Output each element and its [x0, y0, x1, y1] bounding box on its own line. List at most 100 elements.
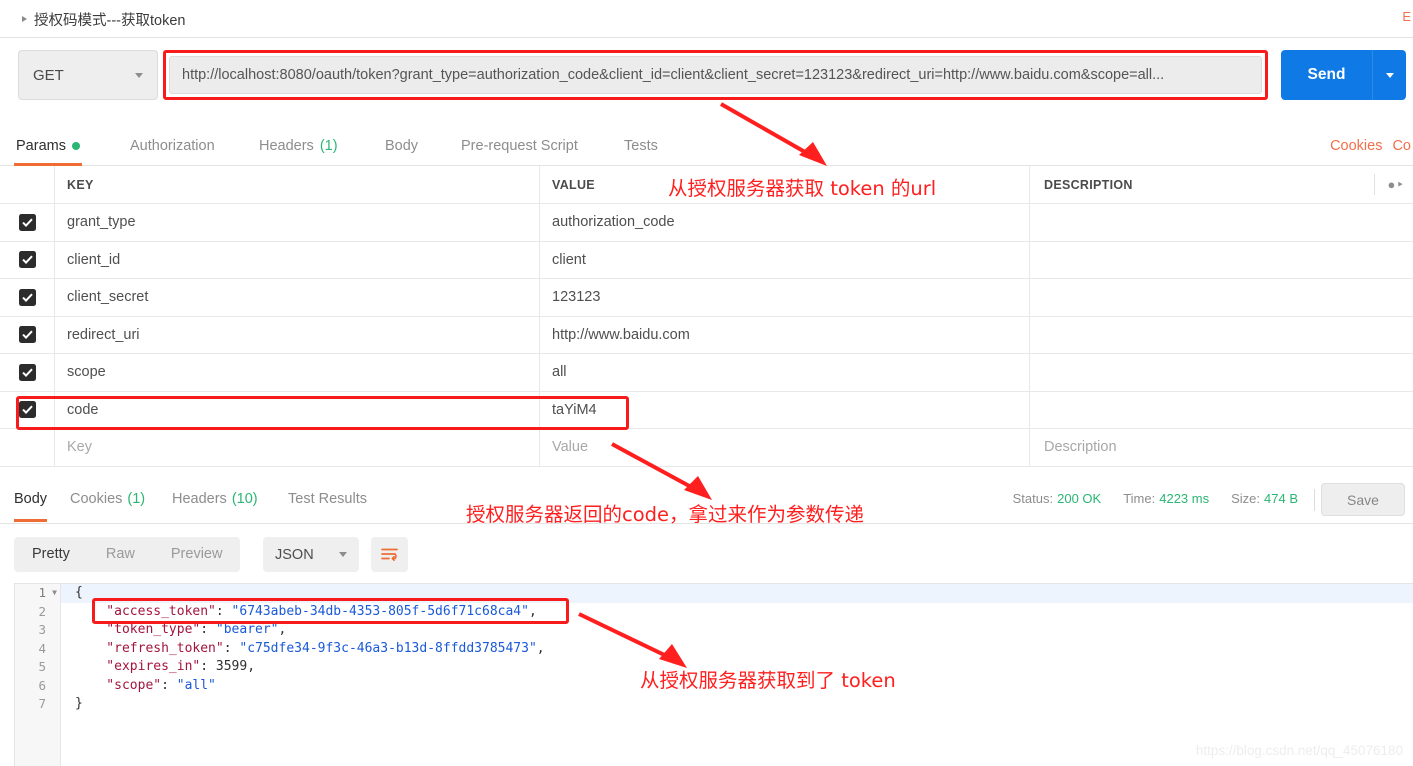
param-description-cell[interactable]: [1030, 317, 1413, 354]
checkbox-checked-icon[interactable]: [18, 288, 36, 306]
row-checkbox-cell[interactable]: [0, 241, 55, 278]
new-param-key-input[interactable]: Key: [55, 429, 540, 466]
view-mode-raw[interactable]: Raw: [88, 537, 153, 572]
code-link[interactable]: Co: [1392, 138, 1411, 154]
save-response-button[interactable]: Save: [1321, 483, 1405, 516]
http-method-select[interactable]: GET: [18, 50, 158, 100]
cookies-link[interactable]: Cookies: [1330, 138, 1382, 154]
tab-label: Headers: [259, 138, 314, 154]
checkbox-checked-icon[interactable]: [18, 326, 36, 344]
tab-label: Authorization: [130, 138, 215, 154]
param-key-cell[interactable]: client_id: [55, 241, 540, 278]
param-value-cell[interactable]: authorization_code: [540, 204, 1030, 241]
header-divider: [1374, 174, 1375, 195]
param-value-cell[interactable]: all: [540, 354, 1030, 391]
chevron-down-icon: [339, 552, 347, 557]
tab-headers[interactable]: Headers (1): [257, 126, 340, 166]
fold-toggle-icon[interactable]: ▼: [52, 584, 57, 603]
table-row[interactable]: code taYiM4: [0, 391, 1413, 429]
param-value-cell[interactable]: 123123: [540, 279, 1030, 316]
checkbox-checked-icon[interactable]: [18, 363, 36, 381]
meta-divider: [1314, 489, 1315, 511]
param-description-cell[interactable]: [1030, 242, 1413, 279]
code-line: "access_token": "6743abeb-34db-4353-805f…: [75, 603, 537, 619]
tab-badge: (10): [231, 490, 258, 507]
collapse-triangle-icon[interactable]: [22, 16, 27, 22]
select-all-cell: [0, 166, 55, 203]
send-button-group: Send: [1281, 50, 1406, 100]
param-description-cell[interactable]: [1030, 279, 1413, 316]
row-checkbox-cell[interactable]: [0, 316, 55, 353]
tab-pre-request-script[interactable]: Pre-request Script: [459, 126, 580, 166]
param-value-cell[interactable]: http://www.baidu.com: [540, 316, 1030, 353]
param-key-cell[interactable]: code: [55, 391, 540, 428]
tab-label: Test Results: [288, 490, 367, 507]
chevron-down-icon: [1385, 72, 1394, 78]
new-param-value-input[interactable]: Value: [540, 429, 1030, 466]
new-param-description-input[interactable]: Description: [1030, 429, 1413, 466]
response-tab-cookies[interactable]: Cookies (1): [70, 475, 145, 522]
tab-label: Headers: [172, 490, 227, 507]
response-meta: Status: 200 OK Time: 4223 ms Size: 474 B: [1013, 475, 1298, 522]
table-row[interactable]: redirect_uri http://www.baidu.com: [0, 316, 1413, 354]
tab-label: Body: [14, 490, 48, 507]
line-number: 6: [38, 677, 46, 693]
row-checkbox-cell[interactable]: [0, 204, 55, 241]
request-tab[interactable]: 授权码模式---获取token: [12, 0, 195, 38]
send-options-button[interactable]: [1373, 50, 1406, 100]
table-row[interactable]: scope all: [0, 354, 1413, 392]
checkbox-checked-icon[interactable]: [18, 401, 36, 419]
row-checkbox-cell[interactable]: [0, 354, 55, 391]
row-checkbox-cell[interactable]: [0, 391, 55, 428]
checkbox-checked-icon[interactable]: [18, 213, 36, 231]
response-tab-body[interactable]: Body: [14, 475, 48, 522]
param-key-cell[interactable]: client_secret: [55, 279, 540, 316]
row-checkbox-cell[interactable]: [0, 279, 55, 316]
http-method-label: GET: [33, 66, 64, 84]
response-body-toolbar: Pretty Raw Preview JSON: [0, 533, 1413, 583]
param-description-cell[interactable]: [1030, 354, 1413, 391]
request-tab-bar: 授权码模式---获取token E: [0, 0, 1413, 38]
tab-body[interactable]: Body: [383, 126, 420, 166]
view-mode-preview[interactable]: Preview: [153, 537, 241, 572]
tab-authorization[interactable]: Authorization: [128, 126, 217, 166]
response-tab-headers[interactable]: Headers (10): [172, 475, 258, 522]
ellipsis-icon[interactable]: ●‣: [1387, 177, 1405, 193]
url-row: GET http://localhost:8080/oauth/token?gr…: [0, 46, 1413, 108]
tab-badge: (1): [127, 490, 146, 507]
new-param-row[interactable]: Key Value Description: [0, 429, 1413, 467]
tab-tests[interactable]: Tests: [622, 126, 660, 166]
url-input[interactable]: http://localhost:8080/oauth/token?grant_…: [169, 56, 1262, 94]
tab-params[interactable]: Params: [14, 126, 82, 166]
line-number: 1 ▼: [15, 584, 60, 603]
param-key-cell[interactable]: scope: [55, 354, 540, 391]
param-value-cell[interactable]: client: [540, 241, 1030, 278]
request-subtab-bar: Params Authorization Headers (1) Body Pr…: [0, 126, 1413, 166]
response-format-label: JSON: [275, 546, 314, 563]
param-description-cell[interactable]: [1030, 392, 1413, 429]
param-description-cell[interactable]: [1030, 204, 1413, 241]
param-key-cell[interactable]: redirect_uri: [55, 316, 540, 353]
request-right-links: Cookies Co: [1330, 126, 1413, 166]
checkbox-checked-icon[interactable]: [18, 251, 36, 269]
param-value-cell[interactable]: taYiM4: [540, 391, 1030, 428]
response-tab-test-results[interactable]: Test Results: [288, 475, 367, 522]
code-line: {: [61, 584, 1413, 603]
size-badge: Size: 474 B: [1231, 491, 1298, 506]
send-button[interactable]: Send: [1281, 50, 1373, 100]
response-format-select[interactable]: JSON: [263, 537, 359, 572]
status-badge: Status: 200 OK: [1012, 491, 1102, 506]
tab-close-icon[interactable]: E: [1402, 9, 1411, 24]
param-key-cell[interactable]: grant_type: [55, 204, 540, 241]
code-line: "refresh_token": "c75dfe34-9f3c-46a3-b13…: [75, 640, 545, 656]
line-number: 3: [38, 622, 46, 637]
tab-label: Pre-request Script: [461, 138, 578, 154]
line-number: 2: [38, 603, 46, 619]
row-checkbox-cell[interactable]: [0, 429, 55, 466]
view-mode-group: Pretty Raw Preview: [14, 537, 241, 572]
view-mode-pretty[interactable]: Pretty: [14, 537, 88, 572]
table-row[interactable]: grant_type authorization_code: [0, 204, 1413, 242]
table-row[interactable]: client_secret 123123: [0, 279, 1413, 317]
table-row[interactable]: client_id client: [0, 241, 1413, 279]
wrap-lines-button[interactable]: [371, 537, 408, 572]
